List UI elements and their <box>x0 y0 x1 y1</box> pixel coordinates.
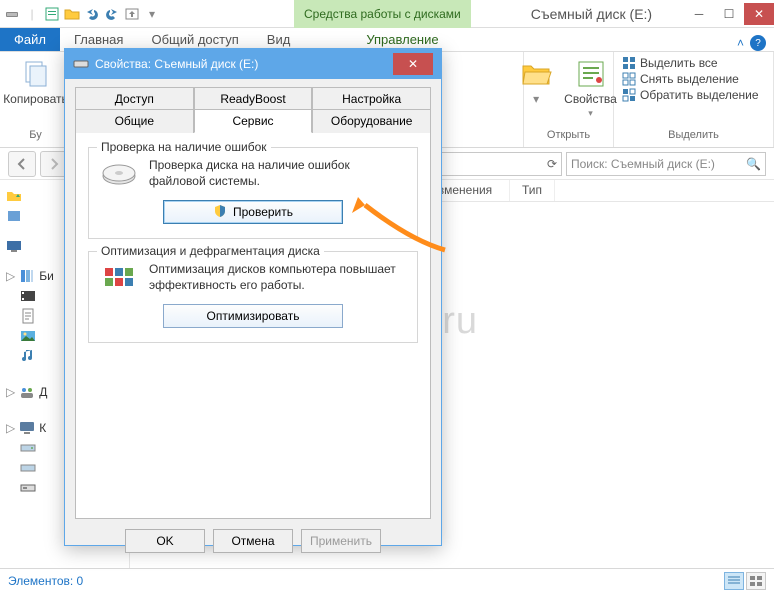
app-icon <box>4 6 20 22</box>
invert-icon <box>622 88 636 102</box>
help-icon[interactable]: ? <box>750 35 766 51</box>
ribbon-group-select: Выделить все Снять выделение Обратить вы… <box>614 52 774 147</box>
up-qat-icon[interactable] <box>124 6 140 22</box>
properties-button[interactable]: Свойства ▾ <box>560 56 621 121</box>
minimize-button[interactable]: ─ <box>684 3 714 25</box>
select-all-button[interactable]: Выделить все <box>622 56 718 70</box>
dialog-tabs: Доступ ReadyBoost Настройка Общие Сервис… <box>75 87 431 519</box>
search-box[interactable]: Поиск: Съемный диск (E:) 🔍 <box>566 152 766 176</box>
drive-c-icon <box>20 440 36 456</box>
disk-check-icon <box>99 158 139 190</box>
redo-icon[interactable] <box>104 6 120 22</box>
documents-icon <box>20 308 36 324</box>
optimize-group: Оптимизация и дефрагментация диска Оптим… <box>88 251 418 343</box>
tab-hardware[interactable]: Оборудование <box>312 109 431 133</box>
refresh-icon[interactable]: ⟳ <box>547 157 557 171</box>
select-all-icon <box>622 56 636 70</box>
computer-icon <box>19 420 35 436</box>
status-element-count: Элементов: 0 <box>8 574 83 588</box>
apply-button: Применить <box>301 529 381 553</box>
check-button[interactable]: Проверить <box>163 200 343 224</box>
drive-icon <box>73 56 89 72</box>
ribbon-group-clipboard: Копировать Бу <box>0 52 72 147</box>
drive-d-icon <box>20 460 36 476</box>
copy-icon <box>20 58 52 90</box>
status-bar: Элементов: 0 <box>0 568 774 592</box>
desktop-icon <box>6 238 22 254</box>
ribbon-help: ˄ ? <box>737 35 774 51</box>
optimize-button[interactable]: Оптимизировать <box>163 304 343 328</box>
recent-icon <box>6 208 22 224</box>
search-icon: 🔍 <box>746 157 761 171</box>
optimize-title: Оптимизация и дефрагментация диска <box>97 244 324 258</box>
quick-access-toolbar: | ▾ <box>0 6 164 22</box>
separator: | <box>24 6 40 22</box>
copy-button[interactable]: Копировать <box>0 56 72 108</box>
defrag-icon <box>99 262 139 294</box>
optimize-desc: Оптимизация дисков компьютера повышает э… <box>149 262 407 293</box>
dialog-panel: Проверка на наличие ошибок Проверка диск… <box>75 133 431 519</box>
close-button[interactable]: ✕ <box>744 3 774 25</box>
dialog-titlebar[interactable]: Свойства: Съемный диск (E:) ✕ <box>65 49 441 79</box>
pictures-icon <box>20 328 36 344</box>
view-switcher <box>724 572 766 590</box>
maximize-button[interactable]: ☐ <box>714 3 744 25</box>
shield-icon <box>213 204 227 221</box>
properties-icon <box>575 58 607 90</box>
window-buttons: ─ ☐ ✕ <box>684 3 774 25</box>
drive-e-icon <box>20 480 36 496</box>
title-bar: | ▾ Средства работы с дисками Съемный ди… <box>0 0 774 28</box>
ribbon-collapse-icon[interactable]: ˄ <box>737 36 744 50</box>
ok-button[interactable]: OK <box>125 529 205 553</box>
downloads-icon <box>6 188 22 204</box>
qat-dropdown-icon[interactable]: ▾ <box>144 6 160 22</box>
tab-service[interactable]: Сервис <box>194 109 313 133</box>
window-title: Съемный диск (E:) <box>531 6 652 22</box>
select-group-label: Выделить <box>668 129 719 143</box>
context-tab-disk-tools: Средства работы с дисками <box>294 0 471 28</box>
details-view-icon[interactable] <box>724 572 744 590</box>
music-icon <box>20 348 36 364</box>
error-check-group: Проверка на наличие ошибок Проверка диск… <box>88 147 418 239</box>
cancel-button[interactable]: Отмена <box>213 529 293 553</box>
search-placeholder: Поиск: Съемный диск (E:) <box>571 157 715 171</box>
properties-dialog: Свойства: Съемный диск (E:) ✕ Доступ Rea… <box>64 48 442 546</box>
videos-icon <box>20 288 36 304</box>
tab-access[interactable]: Доступ <box>75 87 194 110</box>
dialog-close-button[interactable]: ✕ <box>393 53 433 75</box>
icons-view-icon[interactable] <box>746 572 766 590</box>
open-group-label: Открыть <box>547 129 590 143</box>
error-check-title: Проверка на наличие ошибок <box>97 140 271 154</box>
tab-settings[interactable]: Настройка <box>312 87 431 110</box>
properties-label: Свойства <box>564 92 617 106</box>
ribbon-group-open: ▾ Свойства ▾ Открыть <box>524 52 614 147</box>
deselect-icon <box>622 72 636 86</box>
clipboard-group-label: Бу <box>29 129 41 143</box>
tab-general[interactable]: Общие <box>75 109 194 133</box>
dialog-buttons: OK Отмена Применить <box>65 519 441 563</box>
file-tab[interactable]: Файл <box>0 28 60 51</box>
tab-readyboost[interactable]: ReadyBoost <box>194 87 313 110</box>
deselect-button[interactable]: Снять выделение <box>622 72 739 86</box>
invert-selection-button[interactable]: Обратить выделение <box>622 88 759 102</box>
folder-open-icon <box>520 58 552 90</box>
folder-qat-icon[interactable] <box>64 6 80 22</box>
undo-icon[interactable] <box>84 6 100 22</box>
col-type[interactable]: Тип <box>510 180 555 201</box>
back-button[interactable] <box>8 151 36 177</box>
properties-qat-icon[interactable] <box>44 6 60 22</box>
homegroup-icon <box>19 384 35 400</box>
error-check-desc: Проверка диска на наличие ошибок файлово… <box>149 158 407 189</box>
dialog-title: Свойства: Съемный диск (E:) <box>95 57 258 71</box>
open-dropdown[interactable]: ▾ <box>516 56 556 121</box>
copy-label: Копировать <box>3 92 68 106</box>
libraries-icon <box>19 268 35 284</box>
